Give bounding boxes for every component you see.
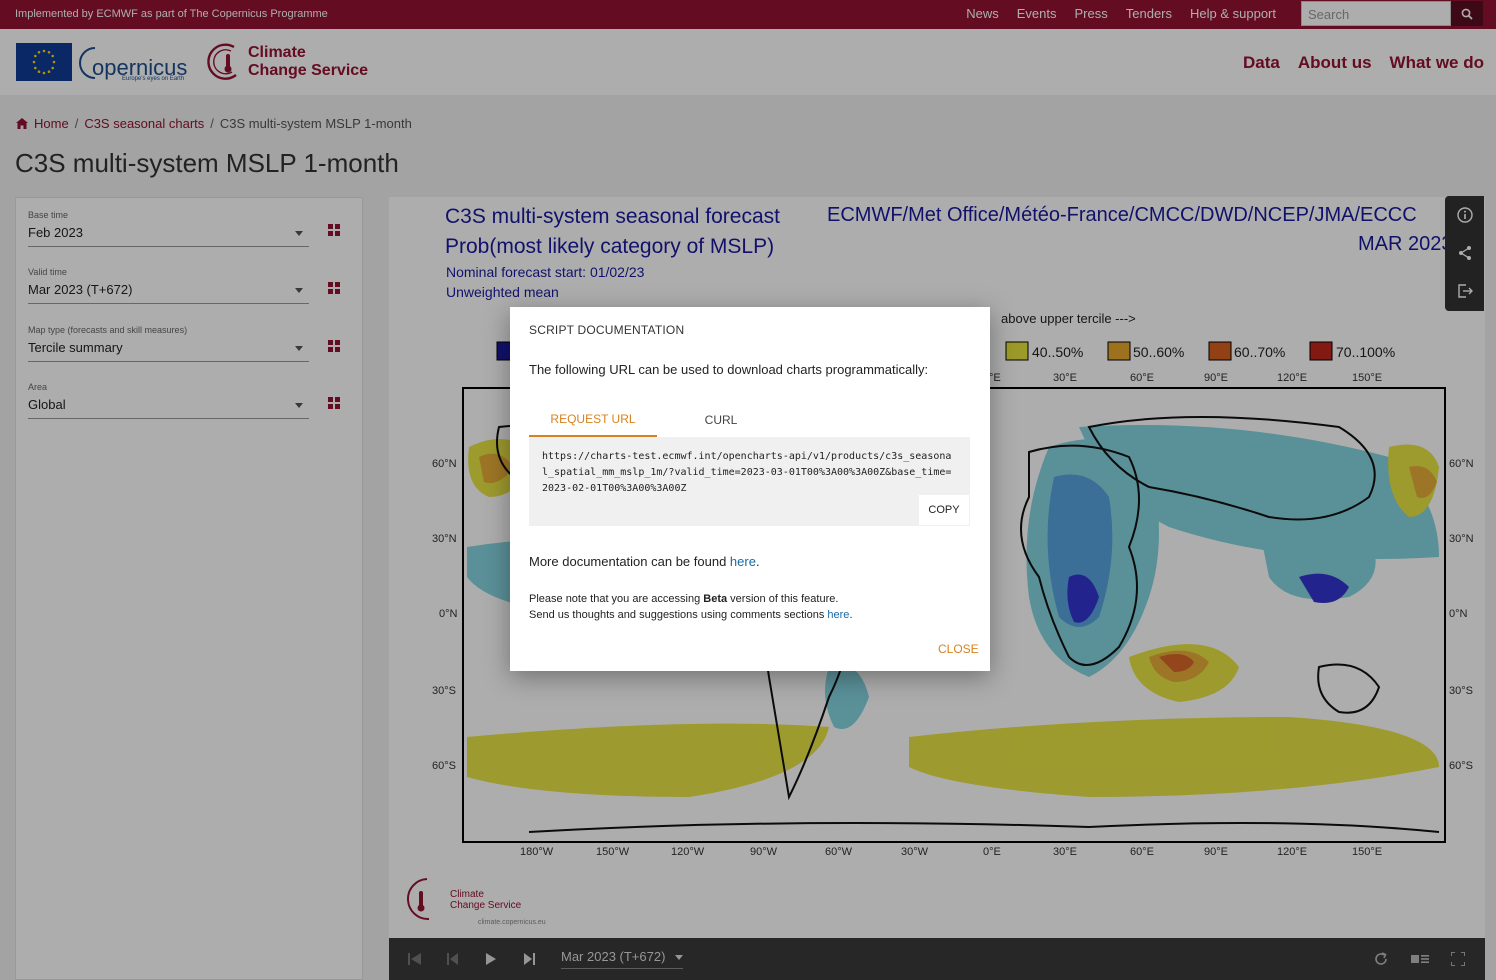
dialog-title: SCRIPT DOCUMENTATION (529, 323, 685, 337)
dialog-tabs: REQUEST URL CURL (529, 402, 970, 437)
tab-curl[interactable]: CURL (657, 402, 785, 437)
script-documentation-dialog: SCRIPT DOCUMENTATION The following URL c… (510, 307, 990, 671)
copy-button[interactable]: COPY (919, 495, 969, 525)
more-documentation-text: More documentation can be found here. (529, 554, 760, 569)
documentation-link[interactable]: here (730, 554, 756, 569)
tab-request-url[interactable]: REQUEST URL (529, 402, 657, 437)
dialog-intro: The following URL can be used to downloa… (529, 362, 929, 377)
close-button[interactable]: CLOSE (938, 642, 979, 656)
beta-note: Please note that you are accessing Beta … (529, 593, 853, 621)
feedback-link[interactable]: here (827, 609, 849, 621)
request-url-code[interactable]: https://charts-test.ecmwf.int/opencharts… (529, 437, 970, 526)
